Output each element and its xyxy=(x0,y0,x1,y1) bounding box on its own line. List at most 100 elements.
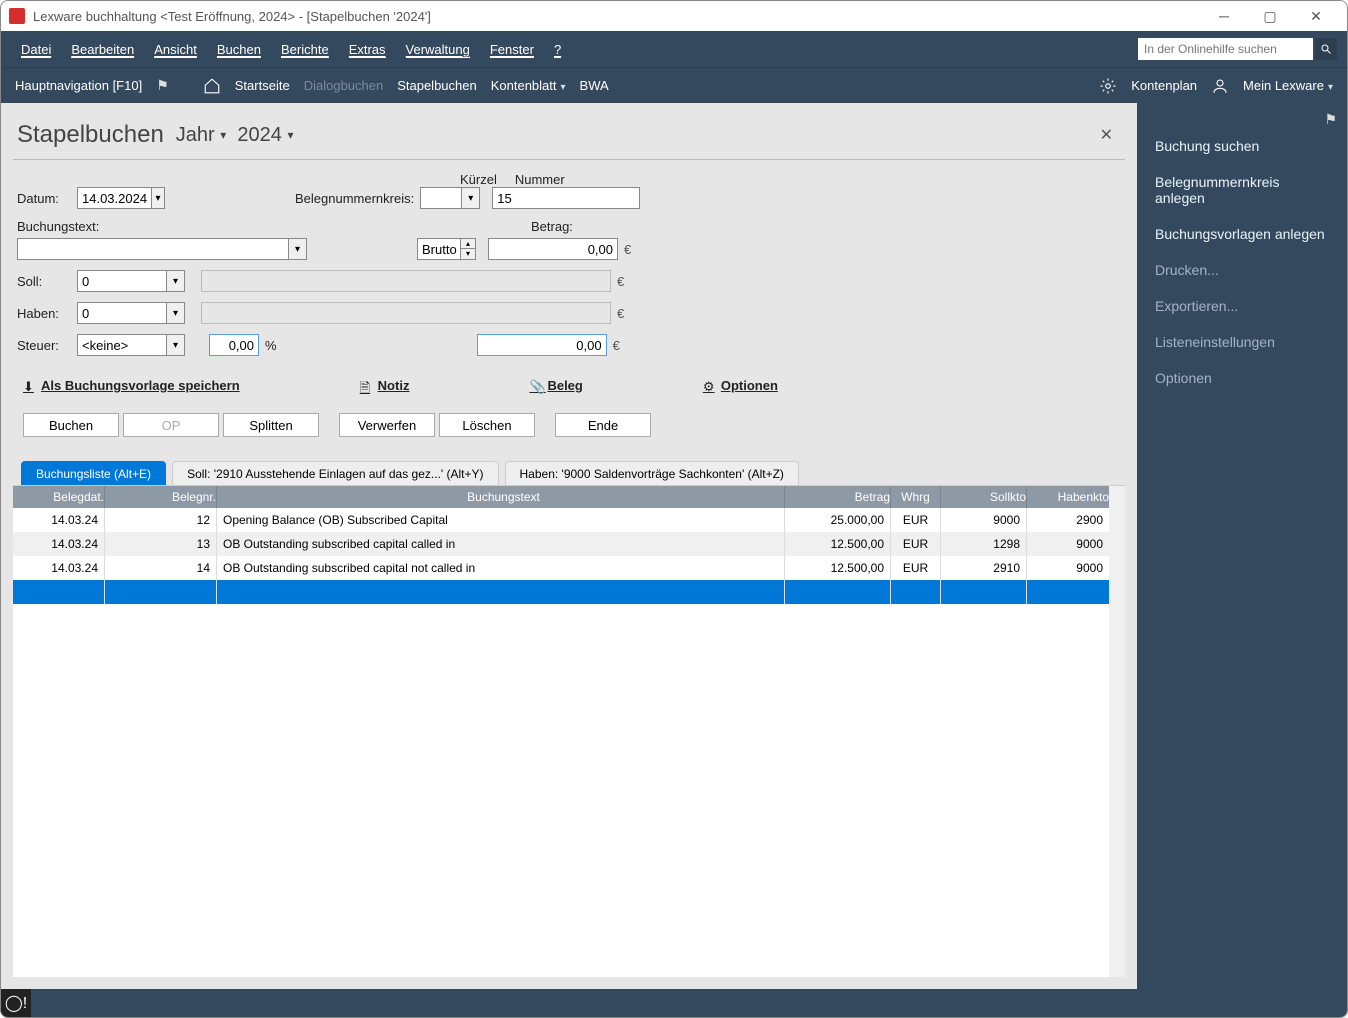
th-sollkto[interactable]: Sollkto xyxy=(941,486,1027,508)
page-title: Stapelbuchen xyxy=(17,121,164,149)
menu-extras[interactable]: Extras xyxy=(339,36,396,63)
alert-icon[interactable]: ◯! xyxy=(1,989,31,1017)
menu-fenster[interactable]: Fenster xyxy=(480,36,544,63)
steuer-input[interactable]: <keine> xyxy=(77,334,167,356)
menu-verwaltung[interactable]: Verwaltung xyxy=(396,36,480,63)
attachment-icon: 📎 xyxy=(529,379,543,393)
vertical-scrollbar[interactable] xyxy=(1109,486,1125,977)
hauptnav-label[interactable]: Hauptnavigation [F10] xyxy=(15,78,142,93)
kuerzel-dropdown[interactable]: ▾ xyxy=(462,187,480,209)
kontenplan-link[interactable]: Kontenplan xyxy=(1131,78,1197,93)
rp-drucken[interactable]: Drucken... xyxy=(1137,252,1347,288)
rp-belegnrkreis[interactable]: Belegnummernkreis anlegen xyxy=(1137,164,1347,216)
haben-label: Haben: xyxy=(17,306,77,321)
rp-buchungsvorlagen[interactable]: Buchungsvorlagen anlegen xyxy=(1137,216,1347,252)
table-header: Belegdat. Belegnr. Buchungstext Betrag W… xyxy=(13,486,1109,508)
content-header: Stapelbuchen Jahr ▾ 2024 ▾ ✕ xyxy=(13,115,1125,160)
navbar: Hauptnavigation [F10] ⚑ Startseite Dialo… xyxy=(1,67,1347,103)
table-row[interactable]: 14.03.24 12 Opening Balance (OB) Subscri… xyxy=(13,508,1109,532)
crumb-kontenblatt[interactable]: Kontenblatt▾ xyxy=(491,78,566,93)
minimize-button[interactable]: ─ xyxy=(1201,1,1247,31)
crumb-startseite[interactable]: Startseite xyxy=(235,78,290,93)
maximize-button[interactable]: ▢ xyxy=(1247,1,1293,31)
euro-label: € xyxy=(613,338,620,353)
soll-input[interactable]: 0 xyxy=(77,270,167,292)
pin-icon[interactable]: ⚑ xyxy=(1324,111,1337,128)
pin-icon[interactable]: ⚑ xyxy=(156,77,169,94)
op-button[interactable]: OP xyxy=(123,413,219,437)
menu-ansicht[interactable]: Ansicht xyxy=(144,36,207,63)
ende-button[interactable]: Ende xyxy=(555,413,651,437)
help-search-button[interactable] xyxy=(1315,38,1337,60)
menu-berichte[interactable]: Berichte xyxy=(271,36,339,63)
crumb-stapelbuchen[interactable]: Stapelbuchen xyxy=(397,78,477,93)
verwerfen-button[interactable]: Verwerfen xyxy=(339,413,435,437)
chevron-down-icon: ▾ xyxy=(220,128,226,142)
soll-label: Soll: xyxy=(17,274,77,289)
th-buchungstext[interactable]: Buchungstext xyxy=(217,486,785,508)
gear-icon[interactable] xyxy=(1099,77,1117,95)
steuer-pct-input[interactable]: 0,00 xyxy=(209,334,259,356)
notiz-link[interactable]: 🗎 Notiz xyxy=(360,378,410,393)
content-close-button[interactable]: ✕ xyxy=(1092,121,1121,149)
optionen-link[interactable]: ⚙ Optionen xyxy=(703,378,778,393)
calc-input[interactable]: 0,00 xyxy=(477,334,607,356)
window-title: Lexware buchhaltung <Test Eröffnung, 202… xyxy=(33,9,1201,24)
help-search-input[interactable] xyxy=(1138,38,1313,60)
steuer-label: Steuer: xyxy=(17,338,77,353)
buchungstext-dropdown[interactable]: ▾ xyxy=(289,238,307,260)
close-button[interactable]: ✕ xyxy=(1293,1,1339,31)
search-icon xyxy=(1320,43,1332,55)
nummer-input[interactable]: 15 xyxy=(492,187,640,209)
buchungstext-label: Buchungstext: xyxy=(17,219,457,234)
user-icon[interactable] xyxy=(1211,77,1229,95)
table-row[interactable]: 14.03.24 14 OB Outstanding subscribed ca… xyxy=(13,556,1109,580)
crumb-bwa[interactable]: BWA xyxy=(580,78,609,93)
beleg-link[interactable]: 📎 Beleg xyxy=(529,378,582,393)
tab-buchungsliste[interactable]: Buchungsliste (Alt+E) xyxy=(21,461,166,485)
menu-help[interactable]: ? xyxy=(544,36,571,63)
kuerzel-input[interactable] xyxy=(420,187,462,209)
menu-buchen[interactable]: Buchen xyxy=(207,36,271,63)
rp-exportieren[interactable]: Exportieren... xyxy=(1137,288,1347,324)
table-row[interactable]: 14.03.24 13 OB Outstanding subscribed ca… xyxy=(13,532,1109,556)
buchen-button[interactable]: Buchen xyxy=(23,413,119,437)
table-row-selected[interactable] xyxy=(13,580,1109,604)
menu-datei[interactable]: Datei xyxy=(11,36,61,63)
nummer-header: Nummer xyxy=(515,172,565,187)
splitten-button[interactable]: Splitten xyxy=(223,413,319,437)
betrag-input[interactable]: 0,00 xyxy=(488,238,618,260)
chevron-down-icon: ▾ xyxy=(561,82,566,93)
datum-input[interactable]: 14.03.2024 xyxy=(77,187,152,209)
datum-dropdown[interactable]: ▾ xyxy=(152,187,165,209)
tab-haben[interactable]: Haben: '9000 Saldenvorträge Sachkonten' … xyxy=(505,461,799,485)
crumb-dialogbuchen[interactable]: Dialogbuchen xyxy=(304,78,384,93)
steuer-dropdown[interactable]: ▾ xyxy=(167,334,185,356)
haben-dropdown[interactable]: ▾ xyxy=(167,302,185,324)
statusbar: ◯! xyxy=(1,989,1347,1017)
th-betrag[interactable]: Betrag xyxy=(785,486,891,508)
rp-optionen[interactable]: Optionen xyxy=(1137,360,1347,396)
download-icon: ⬇ xyxy=(23,379,37,393)
th-whrg[interactable]: Whrg xyxy=(891,486,941,508)
th-belegdat[interactable]: Belegdat. xyxy=(13,486,105,508)
rp-buchung-suchen[interactable]: Buchung suchen xyxy=(1137,128,1347,164)
th-habenkto[interactable]: Habenkto xyxy=(1027,486,1109,508)
home-icon[interactable] xyxy=(203,77,221,95)
brutto-input[interactable]: Brutto xyxy=(417,238,461,260)
haben-input[interactable]: 0 xyxy=(77,302,167,324)
year-label[interactable]: Jahr ▾ 2024 ▾ xyxy=(176,124,294,147)
tab-soll[interactable]: Soll: '2910 Ausstehende Einlagen auf das… xyxy=(172,461,498,485)
soll-dropdown[interactable]: ▾ xyxy=(167,270,185,292)
menu-bearbeiten[interactable]: Bearbeiten xyxy=(61,36,144,63)
loeschen-button[interactable]: Löschen xyxy=(439,413,535,437)
rp-listeneinstellungen[interactable]: Listeneinstellungen xyxy=(1137,324,1347,360)
buchungstext-input[interactable] xyxy=(17,238,289,260)
save-template-link[interactable]: ⬇ Als Buchungsvorlage speichern xyxy=(23,378,240,393)
settings-icon: ⚙ xyxy=(703,379,717,393)
right-panel: ⚑ Buchung suchen Belegnummernkreis anleg… xyxy=(1137,103,1347,989)
euro-label: € xyxy=(617,306,624,321)
th-belegnr[interactable]: Belegnr. xyxy=(105,486,217,508)
mein-lexware-link[interactable]: Mein Lexware▾ xyxy=(1243,78,1333,93)
brutto-spinner[interactable]: ▴▾ xyxy=(461,238,476,260)
